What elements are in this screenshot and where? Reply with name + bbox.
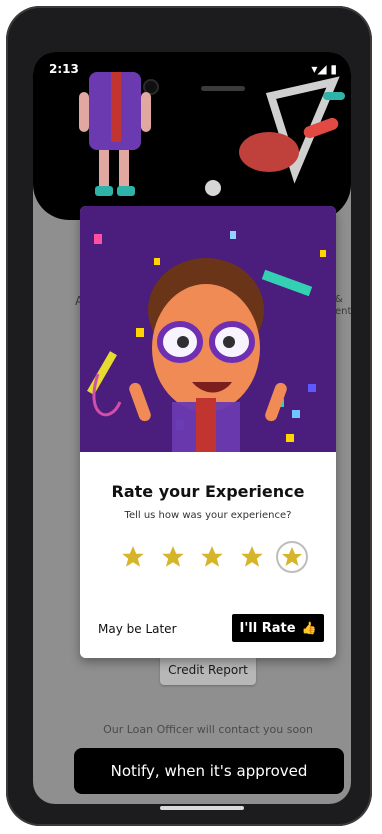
rating-modal: Rate your Experience Tell us how was you… <box>80 206 336 658</box>
character-illustration <box>79 72 345 196</box>
thumbs-up-icon: 👍 <box>301 621 317 635</box>
star-5-icon[interactable] <box>276 541 308 573</box>
background-right-text: & ent <box>335 294 351 317</box>
modal-subtitle: Tell us how was your experience? <box>124 510 292 521</box>
notify-approved-button[interactable]: Notify, when it's approved <box>74 748 344 794</box>
modal-body: Rate your Experience Tell us how was you… <box>80 452 336 658</box>
ill-rate-button[interactable]: I'll Rate 👍 <box>232 614 324 642</box>
home-indicator <box>160 806 244 810</box>
star-3-icon[interactable] <box>197 542 227 572</box>
modal-title: Rate your Experience <box>111 482 305 501</box>
star-2-icon[interactable] <box>158 542 188 572</box>
star-4-icon[interactable] <box>237 542 267 572</box>
top-illustration-area: 2:13 ▾◢ ▮ <box>33 52 351 220</box>
credit-report-button[interactable]: Credit Report <box>160 655 256 685</box>
star-rating[interactable] <box>118 540 308 574</box>
ill-rate-label: I'll Rate <box>239 620 296 636</box>
star-1-icon[interactable] <box>118 542 148 572</box>
modal-hero-illustration <box>80 206 336 452</box>
maybe-later-button[interactable]: May be Later <box>98 622 177 636</box>
celebration-character-illustration <box>87 231 326 452</box>
loan-officer-message: Our Loan Officer will contact you soon <box>103 723 313 736</box>
